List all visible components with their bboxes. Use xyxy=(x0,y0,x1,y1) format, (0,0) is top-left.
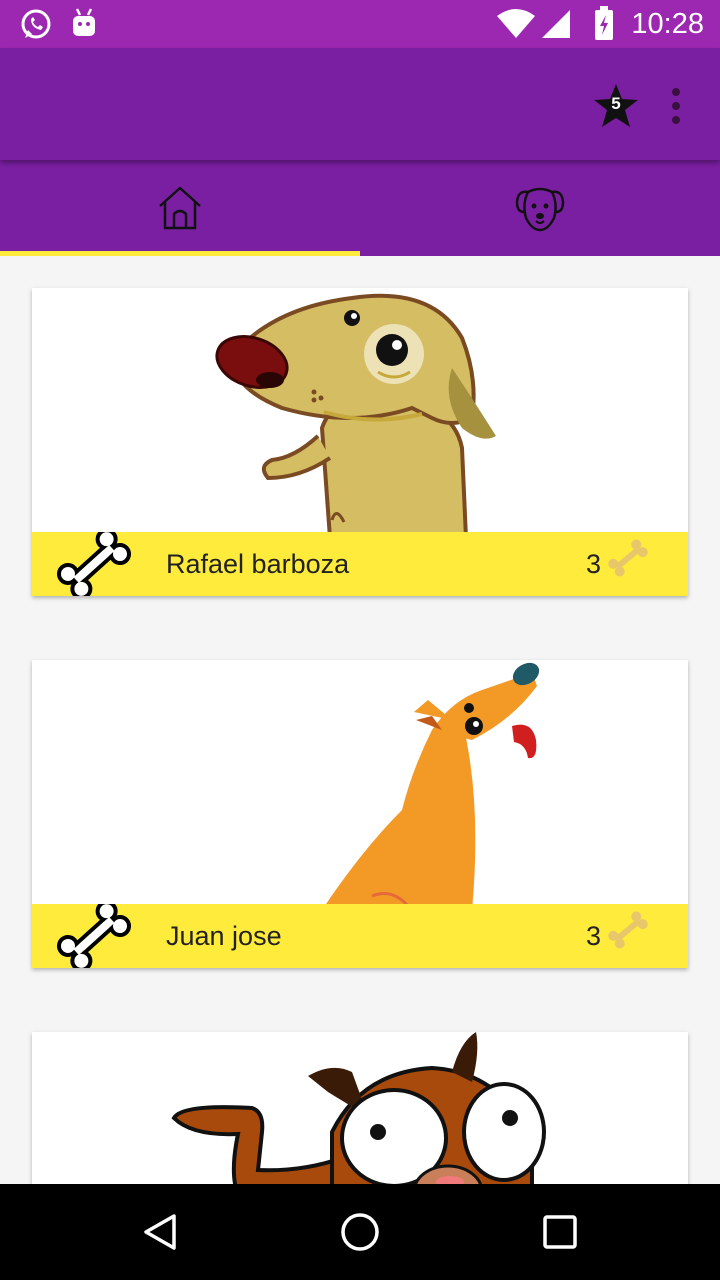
battery-icon xyxy=(594,6,614,45)
dog-card[interactable]: Rafael barboza 3 xyxy=(32,288,688,596)
card-footer: Rafael barboza 3 xyxy=(32,528,688,596)
signal-icon xyxy=(540,8,572,45)
system-nav-bar xyxy=(0,1184,720,1280)
overflow-menu-button[interactable] xyxy=(660,86,692,126)
tan-dog-illustration xyxy=(32,288,688,532)
bone-count-icon xyxy=(608,539,648,577)
bone-count: 3 xyxy=(586,549,602,579)
owner-name: Rafael barboza xyxy=(166,549,350,579)
bone-count-icon xyxy=(608,911,648,949)
home-nav-button[interactable] xyxy=(336,1208,384,1256)
status-time: 10:28 xyxy=(631,8,704,40)
star-badge-count: 5 xyxy=(611,94,621,113)
back-icon xyxy=(144,1214,176,1250)
recents-button[interactable] xyxy=(536,1208,584,1256)
tab-home[interactable] xyxy=(0,160,360,256)
bone-icon xyxy=(56,900,132,968)
wifi-icon xyxy=(496,8,536,45)
home-icon xyxy=(159,186,201,230)
dog-feed[interactable]: Rafael barboza 3 Juan jose 3 xyxy=(0,256,720,1184)
give-bone-button[interactable] xyxy=(56,528,132,596)
status-bar: 10:28 xyxy=(0,0,720,48)
owner-name: Juan jose xyxy=(166,921,282,951)
bone-icon xyxy=(56,528,132,596)
dog-card[interactable]: Juan jose 3 xyxy=(32,660,688,968)
bone-count: 3 xyxy=(586,921,602,951)
orange-dog-illustration xyxy=(32,660,688,904)
home-circle-icon xyxy=(341,1213,379,1251)
star-badge-button[interactable]: 5 xyxy=(592,82,640,130)
app-bar: 5 xyxy=(0,48,720,160)
brown-dog-illustration xyxy=(32,1032,688,1184)
recents-icon xyxy=(543,1215,577,1249)
card-footer: Juan jose 3 xyxy=(32,900,688,968)
tab-bar xyxy=(0,160,720,256)
back-button[interactable] xyxy=(136,1208,184,1256)
overflow-menu-icon xyxy=(672,88,680,96)
android-icon xyxy=(70,7,98,46)
whatsapp-icon xyxy=(18,7,54,48)
dog-face-icon xyxy=(515,187,565,232)
give-bone-button[interactable] xyxy=(56,900,132,968)
tab-dogs[interactable] xyxy=(360,160,720,256)
dog-card[interactable] xyxy=(32,1032,688,1184)
